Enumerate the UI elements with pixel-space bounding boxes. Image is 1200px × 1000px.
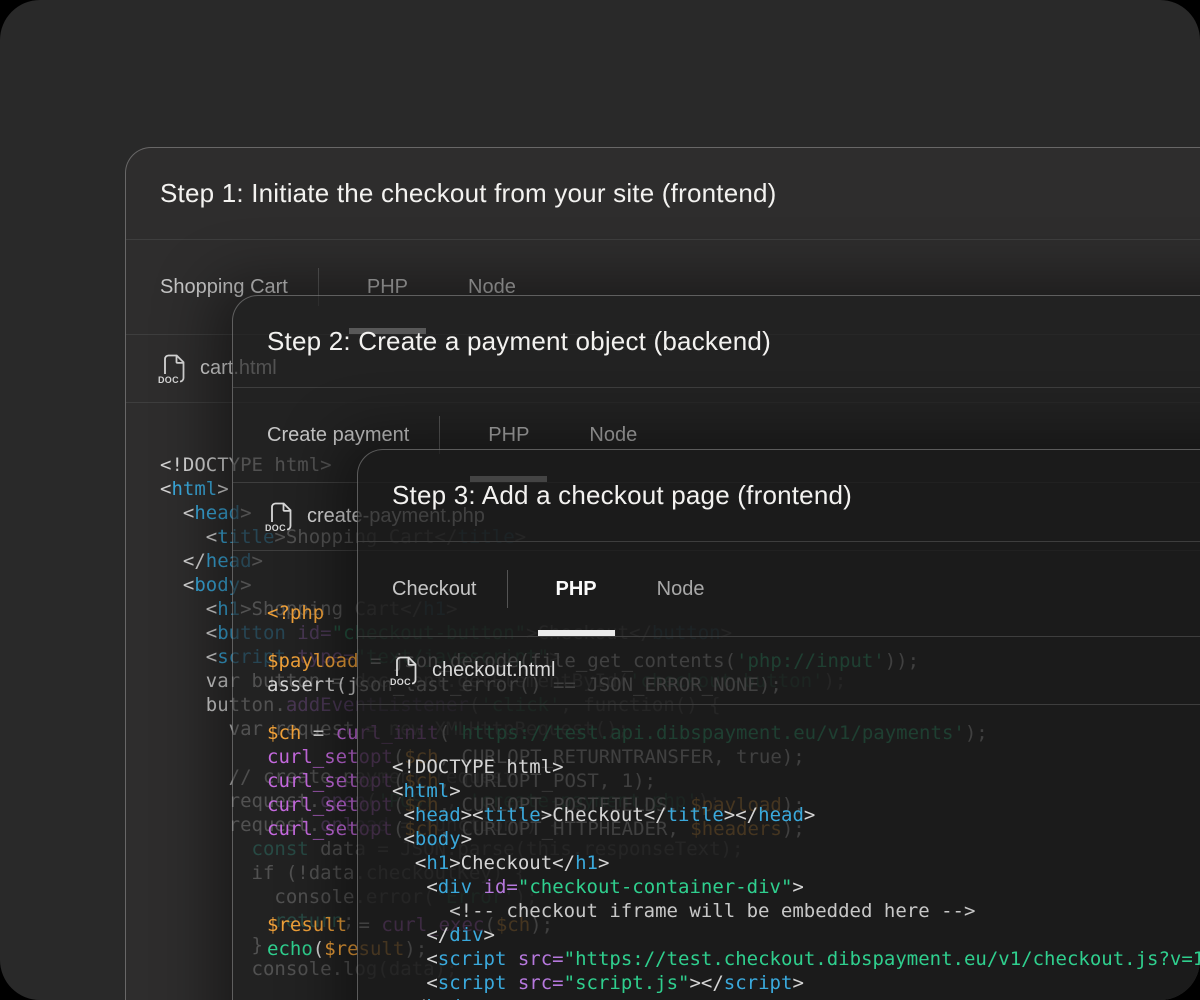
- integration-steps-panel: Step 1: Initiate the checkout from your …: [0, 0, 1200, 1000]
- doc-icon-label: DOC: [158, 374, 180, 385]
- step3-tab-node[interactable]: Node: [655, 542, 707, 636]
- code-line: <head><title>Checkout</title></head>: [392, 803, 1200, 827]
- step3-code-block: <!DOCTYPE html><html> <head><title>Check…: [358, 705, 1200, 1000]
- doc-icon-label: DOC: [390, 676, 412, 687]
- step3-title: Step 3: Add a checkout page (frontend): [358, 450, 1200, 542]
- step2-title: Step 2: Create a payment object (backend…: [233, 296, 1200, 388]
- step3-tab-bar: Checkout PHP Node: [358, 542, 1200, 637]
- code-line: <body>: [392, 827, 1200, 851]
- step3-file-row: DOC checkout.html: [358, 637, 1200, 705]
- doc-file-icon: DOC: [160, 354, 185, 384]
- step3-tab-checkout[interactable]: Checkout: [392, 542, 477, 636]
- code-line: <script src="https://test.checkout.dibsp…: [392, 947, 1200, 971]
- code-line: <div id="checkout-container-div">: [392, 875, 1200, 899]
- code-line: <!DOCTYPE html>: [392, 755, 1200, 779]
- step3-tab-php[interactable]: PHP: [554, 542, 599, 636]
- step3-card: Step 3: Add a checkout page (frontend) C…: [357, 449, 1200, 1000]
- doc-icon-label: DOC: [265, 522, 287, 533]
- step3-filename: checkout.html: [432, 659, 555, 682]
- step1-title: Step 1: Initiate the checkout from your …: [126, 148, 1200, 240]
- code-line: <h1>Checkout</h1>: [392, 851, 1200, 875]
- code-line: </body>: [392, 995, 1200, 1000]
- doc-file-icon: DOC: [267, 502, 292, 532]
- code-line: <!-- checkout iframe will be embedded he…: [392, 899, 1200, 923]
- doc-file-icon: DOC: [392, 656, 417, 686]
- code-line: <html>: [392, 779, 1200, 803]
- code-line: </div>: [392, 923, 1200, 947]
- tab-divider: [507, 570, 508, 608]
- code-line: <script src="script.js"></script>: [392, 971, 1200, 995]
